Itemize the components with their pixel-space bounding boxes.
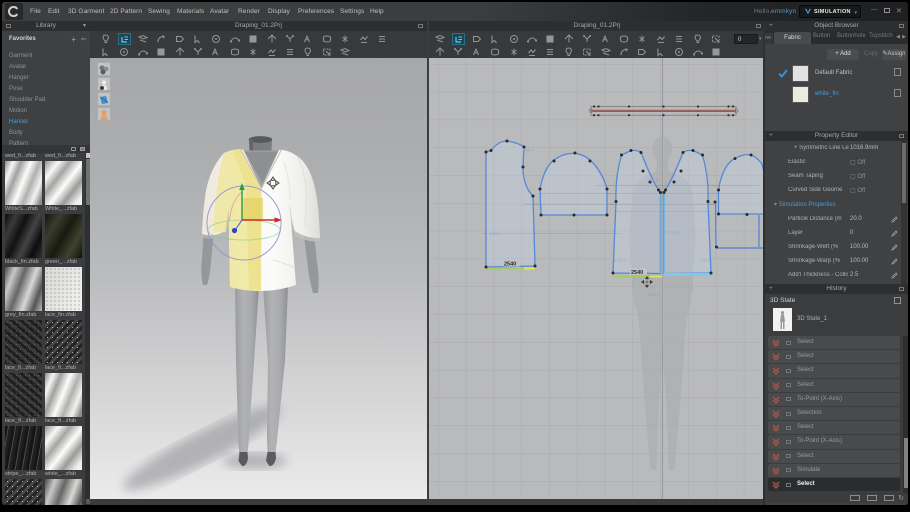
svg-text:508.1: 508.1 (489, 231, 501, 236)
svg-text:170.4: 170.4 (699, 258, 711, 263)
svg-text:171.9: 171.9 (647, 178, 659, 183)
svg-text:508.0: 508.0 (649, 292, 661, 297)
svg-text:2540: 2540 (631, 270, 643, 276)
svg-text:1016.9: 1016.9 (666, 230, 680, 235)
svg-text:2540: 2540 (504, 262, 516, 268)
svg-text:170.4: 170.4 (614, 258, 626, 263)
svg-text:166.1: 166.1 (523, 147, 535, 152)
